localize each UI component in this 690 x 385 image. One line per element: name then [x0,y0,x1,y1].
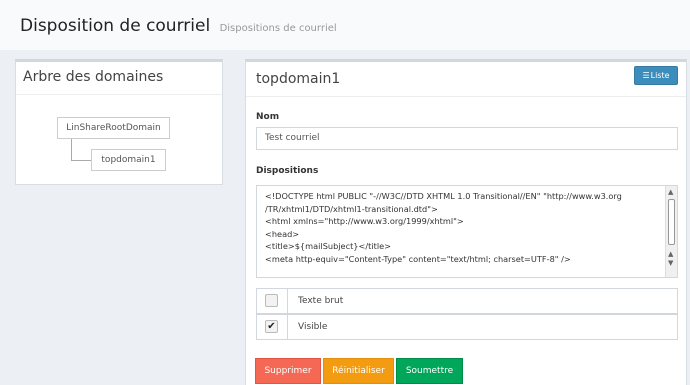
textarea-scrollbar[interactable]: ▲ ▲ ▼ [665,186,677,277]
page-header: Disposition de courriel Dispositions de … [0,0,690,50]
domain-tree-title: Arbre des domaines [23,69,164,85]
delete-button[interactable]: Supprimer [255,358,321,384]
reset-button[interactable]: Réinitialiser [323,358,394,384]
plain-text-checkbox[interactable] [265,294,278,307]
code-line: /TR/xhtml1/DTD/xhtml1-transitional.dtd"> [265,203,438,214]
list-icon: ☰ [642,71,650,80]
list-button[interactable]: ☰Liste [634,66,678,85]
scroll-up-icon[interactable]: ▲ [668,250,673,258]
option-row-plain-text[interactable]: Texte brut [256,288,678,314]
tree-connector-horizontal [71,160,91,161]
checkbox-cell: ✔ [257,315,288,339]
code-line: <!DOCTYPE html PUBLIC "-//W3C//DTD XHTML… [265,191,622,201]
code-line: <head> [265,228,300,239]
visible-label: Visible [298,322,328,332]
scroll-down-icon[interactable]: ▼ [668,259,673,267]
check-icon: ✔ [267,321,276,332]
name-label: Nom [256,112,280,122]
code-line: <title>${mailSubject}</title> [265,241,391,251]
tree-connector-vertical [71,139,72,160]
dispositions-textarea[interactable]: <!DOCTYPE html PUBLIC "-//W3C//DTD XHTML… [256,185,678,278]
tree-node-topdomain1[interactable]: topdomain1 [91,149,166,171]
submit-button[interactable]: Soumettre [396,358,463,384]
page-subtitle: Dispositions de courriel [219,23,337,34]
tree-node-root[interactable]: LinShareRootDomain [57,117,170,139]
domain-tree-panel: Arbre des domaines LinShareRootDomain to… [15,59,223,185]
plain-text-label: Texte brut [298,296,344,306]
checkbox-cell [257,289,288,313]
disposition-form-panel: topdomain1 ☰Liste Nom Test courriel Disp… [245,59,687,385]
option-row-visible[interactable]: ✔ Visible [256,314,678,340]
list-button-label: Liste [650,71,670,80]
code-line: <html xmlns="http://www.w3.org/1999/xhtm… [265,216,464,226]
name-input[interactable]: Test courriel [256,127,678,150]
scroll-thumb[interactable] [668,199,675,245]
dispositions-label: Dispositions [256,166,319,176]
panel-divider [246,96,686,97]
scroll-up-icon[interactable]: ▲ [668,188,673,196]
form-title: topdomain1 [256,71,341,87]
page-title-text: Disposition de courriel [20,16,211,36]
visible-checkbox[interactable]: ✔ [265,320,278,333]
page-title: Disposition de courriel Dispositions de … [20,16,337,36]
panel-divider [16,94,222,95]
code-line: <meta http-equiv="Content-Type" content=… [265,253,571,264]
